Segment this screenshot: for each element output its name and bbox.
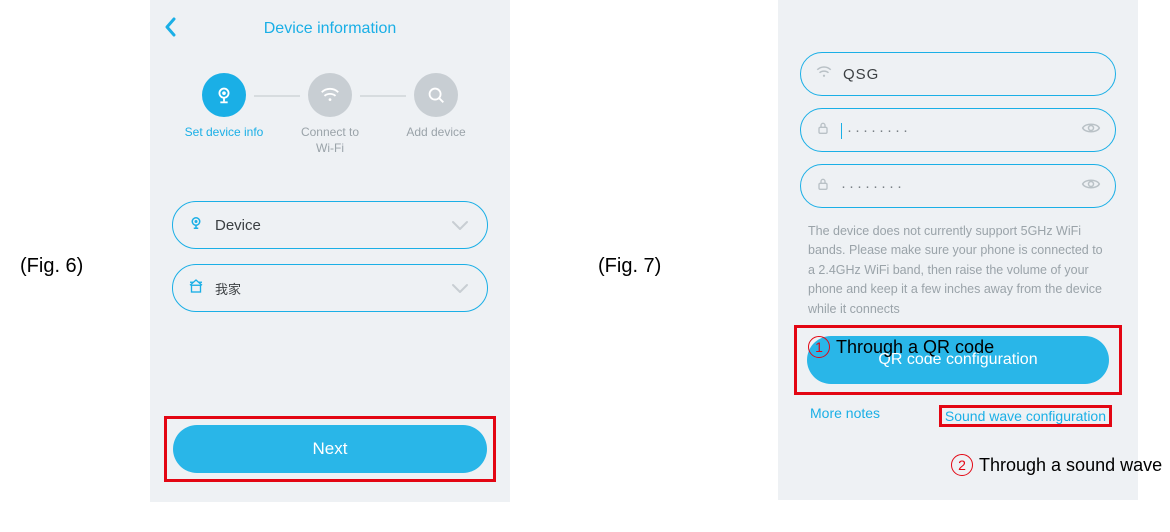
ssid-field[interactable]: QSG xyxy=(800,52,1116,96)
password-field-1[interactable]: ········ xyxy=(800,108,1116,152)
step-1-label: Set device info xyxy=(185,125,264,141)
annotation-2: 2 Through a sound wave xyxy=(951,454,1162,476)
next-highlight-box: Next xyxy=(164,416,496,482)
annotation-1-text: Through a QR code xyxy=(836,337,994,358)
home-icon xyxy=(187,277,205,300)
location-select-value: 我家 xyxy=(215,279,451,298)
back-button[interactable] xyxy=(164,17,176,42)
chevron-down-icon xyxy=(451,219,469,231)
circled-2-icon: 2 xyxy=(951,454,973,476)
lock-icon xyxy=(815,176,831,197)
step-2: Connect to Wi-Fi xyxy=(285,73,375,156)
screen2: QSG ········ ········ The device do xyxy=(778,0,1138,500)
password-field-2[interactable]: ········ xyxy=(800,164,1116,208)
screen1: Device information Set device info Conne… xyxy=(150,0,510,502)
step-1: Set device info xyxy=(179,73,269,141)
circled-1-icon: 1 xyxy=(808,336,830,358)
step-3-label: Add device xyxy=(406,125,465,141)
links-row: More notes Sound wave configuration xyxy=(810,405,1106,427)
fig6-label: (Fig. 6) xyxy=(20,255,83,278)
progress-stepper: Set device info Connect to Wi-Fi Add dev… xyxy=(179,73,481,156)
ssid-value: QSG xyxy=(843,66,1101,83)
location-select[interactable]: 我家 xyxy=(172,264,488,312)
step-2-label: Connect to Wi-Fi xyxy=(301,125,359,156)
annotation-2-text: Through a sound wave xyxy=(979,455,1162,476)
more-notes-link[interactable]: More notes xyxy=(810,405,880,427)
wifi-note: The device does not currently support 5G… xyxy=(808,222,1108,319)
wifi-small-icon xyxy=(815,63,833,86)
text-cursor xyxy=(841,123,842,139)
camera-icon xyxy=(202,73,246,117)
device-select[interactable]: Device xyxy=(172,201,488,249)
header: Device information xyxy=(164,10,496,48)
fig7-label: (Fig. 7) xyxy=(598,255,661,278)
eye-icon[interactable] xyxy=(1081,177,1101,196)
password-1-value: ········ xyxy=(841,122,1081,139)
wifi-icon xyxy=(308,73,352,117)
search-icon xyxy=(414,73,458,117)
step-3: Add device xyxy=(391,73,481,141)
device-select-value: Device xyxy=(215,217,451,234)
lock-icon xyxy=(815,120,831,141)
page-title: Device information xyxy=(176,20,484,38)
sound-wave-link[interactable]: Sound wave configuration xyxy=(939,405,1112,427)
chevron-down-icon xyxy=(451,282,469,294)
password-2-value: ········ xyxy=(841,178,1081,195)
eye-icon[interactable] xyxy=(1081,121,1101,140)
annotation-1: 1 Through a QR code xyxy=(808,336,994,358)
camera-small-icon xyxy=(187,214,205,237)
next-button[interactable]: Next xyxy=(173,425,487,473)
